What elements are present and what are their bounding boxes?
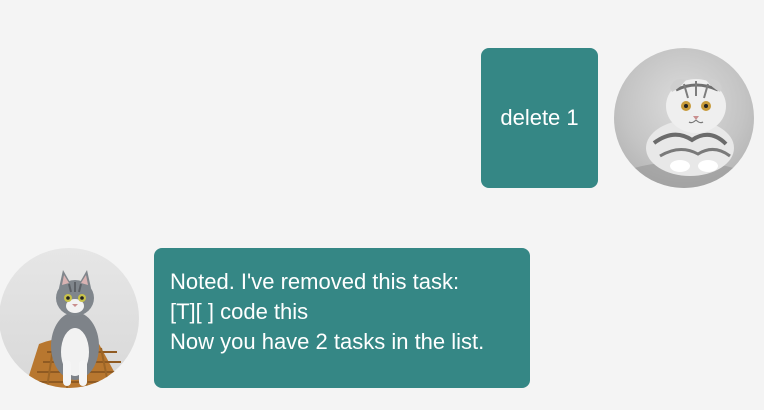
bot-message-line: [T][ ] code this bbox=[170, 299, 309, 324]
user-avatar bbox=[614, 48, 754, 188]
bot-avatar bbox=[0, 248, 139, 388]
cat-tabby-avatar-icon bbox=[25, 270, 129, 388]
cat-scottish-fold-avatar-icon bbox=[624, 79, 744, 188]
bot-message-line: Now you have 2 tasks in the list. bbox=[170, 329, 485, 354]
user-message-bubble: delete 1 bbox=[481, 48, 598, 188]
user-message-text: delete 1 bbox=[500, 105, 579, 130]
bot-message-line: Noted. I've removed this task: bbox=[170, 269, 460, 294]
bot-message-bubble: Noted. I've removed this task: [T][ ] co… bbox=[154, 248, 530, 388]
